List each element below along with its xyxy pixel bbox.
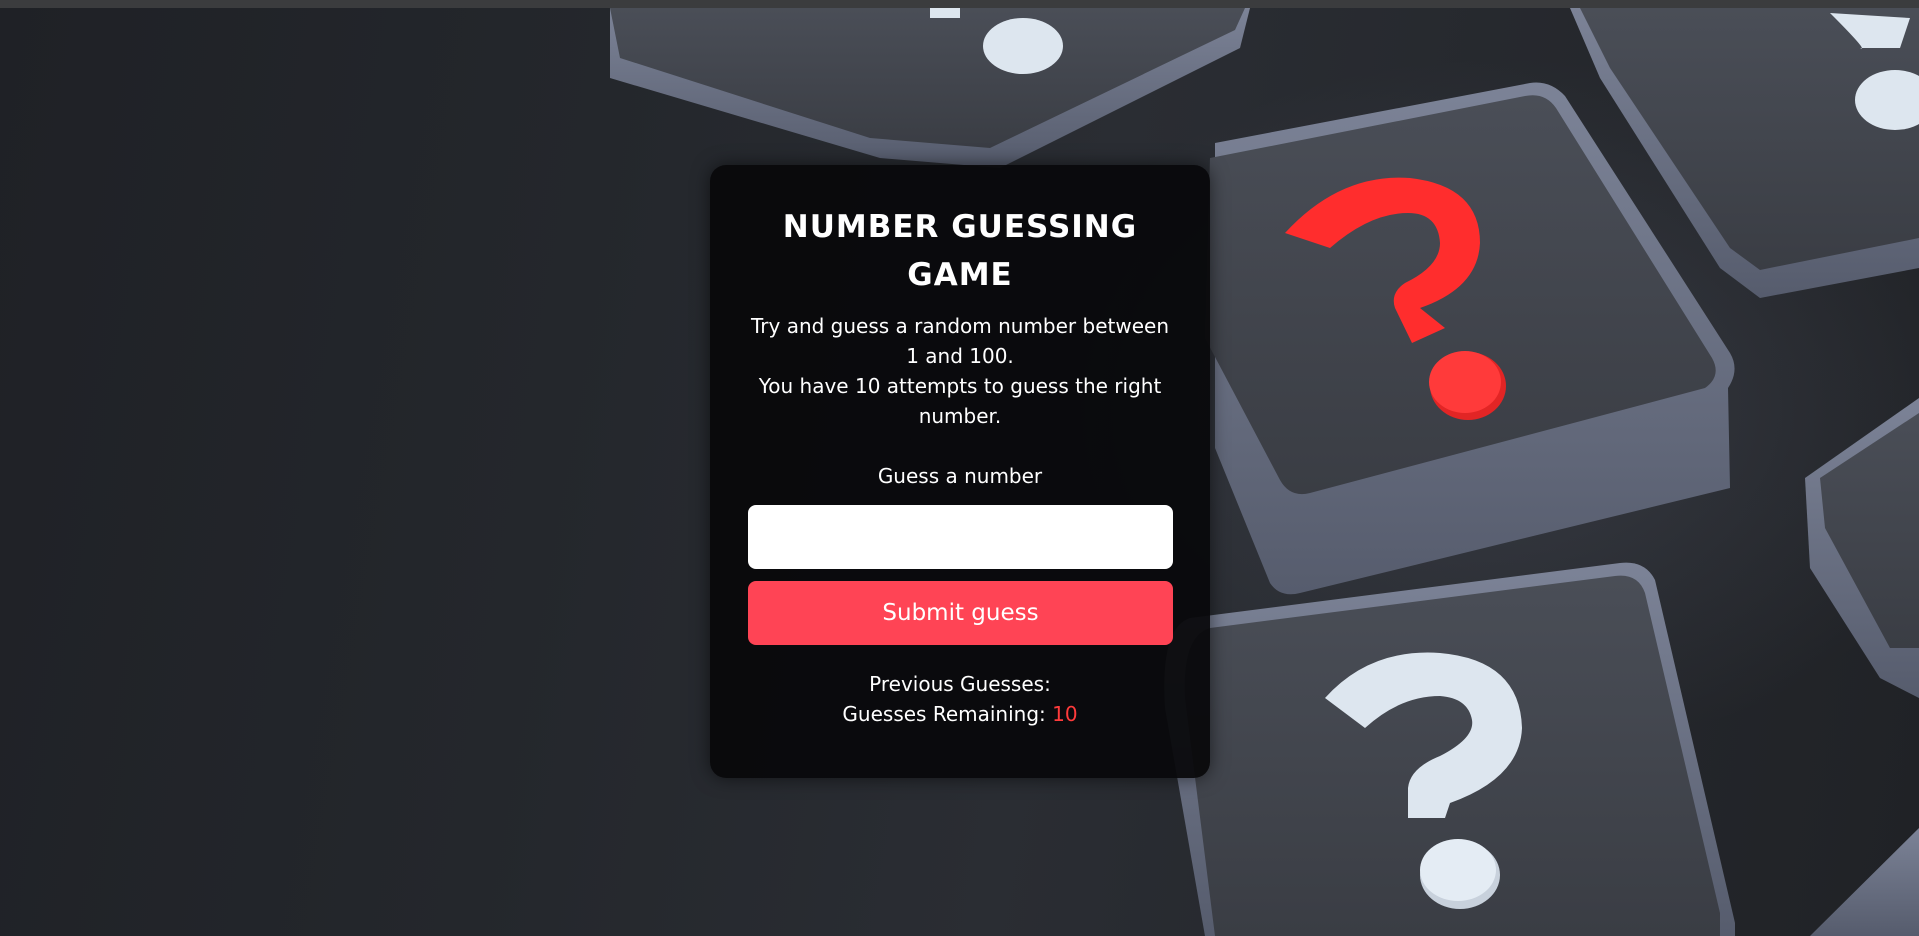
guess-input[interactable] <box>748 505 1173 569</box>
guesses-remaining-count: 10 <box>1052 702 1078 726</box>
game-description: Try and guess a random number between 1 … <box>710 311 1210 431</box>
guess-label: Guess a number <box>877 464 1043 488</box>
browser-top-strip <box>0 0 1919 8</box>
question-tile-icon <box>610 8 1250 168</box>
game-card: NUMBER GUESSING GAME Try and guess a ran… <box>710 165 1210 778</box>
guesses-remaining-label: Guesses Remaining: <box>842 702 1046 726</box>
previous-guesses-label: Previous Guesses: <box>869 672 1051 696</box>
question-tile-icon <box>1805 398 1919 698</box>
question-tile-icon <box>1810 828 1919 936</box>
description-line-2: You have 10 attempts to guess the right … <box>758 374 1162 428</box>
question-tile-icon <box>1164 562 1735 936</box>
description-line-1: Try and guess a random number between 1 … <box>751 314 1169 368</box>
submit-guess-button[interactable]: Submit guess <box>748 581 1173 645</box>
game-title: NUMBER GUESSING GAME <box>782 209 1138 293</box>
guesses-remaining: Guesses Remaining: 10 <box>710 699 1210 729</box>
page: NUMBER GUESSING GAME Try and guess a ran… <box>0 0 1919 936</box>
previous-guesses: Previous Guesses: <box>710 669 1210 699</box>
